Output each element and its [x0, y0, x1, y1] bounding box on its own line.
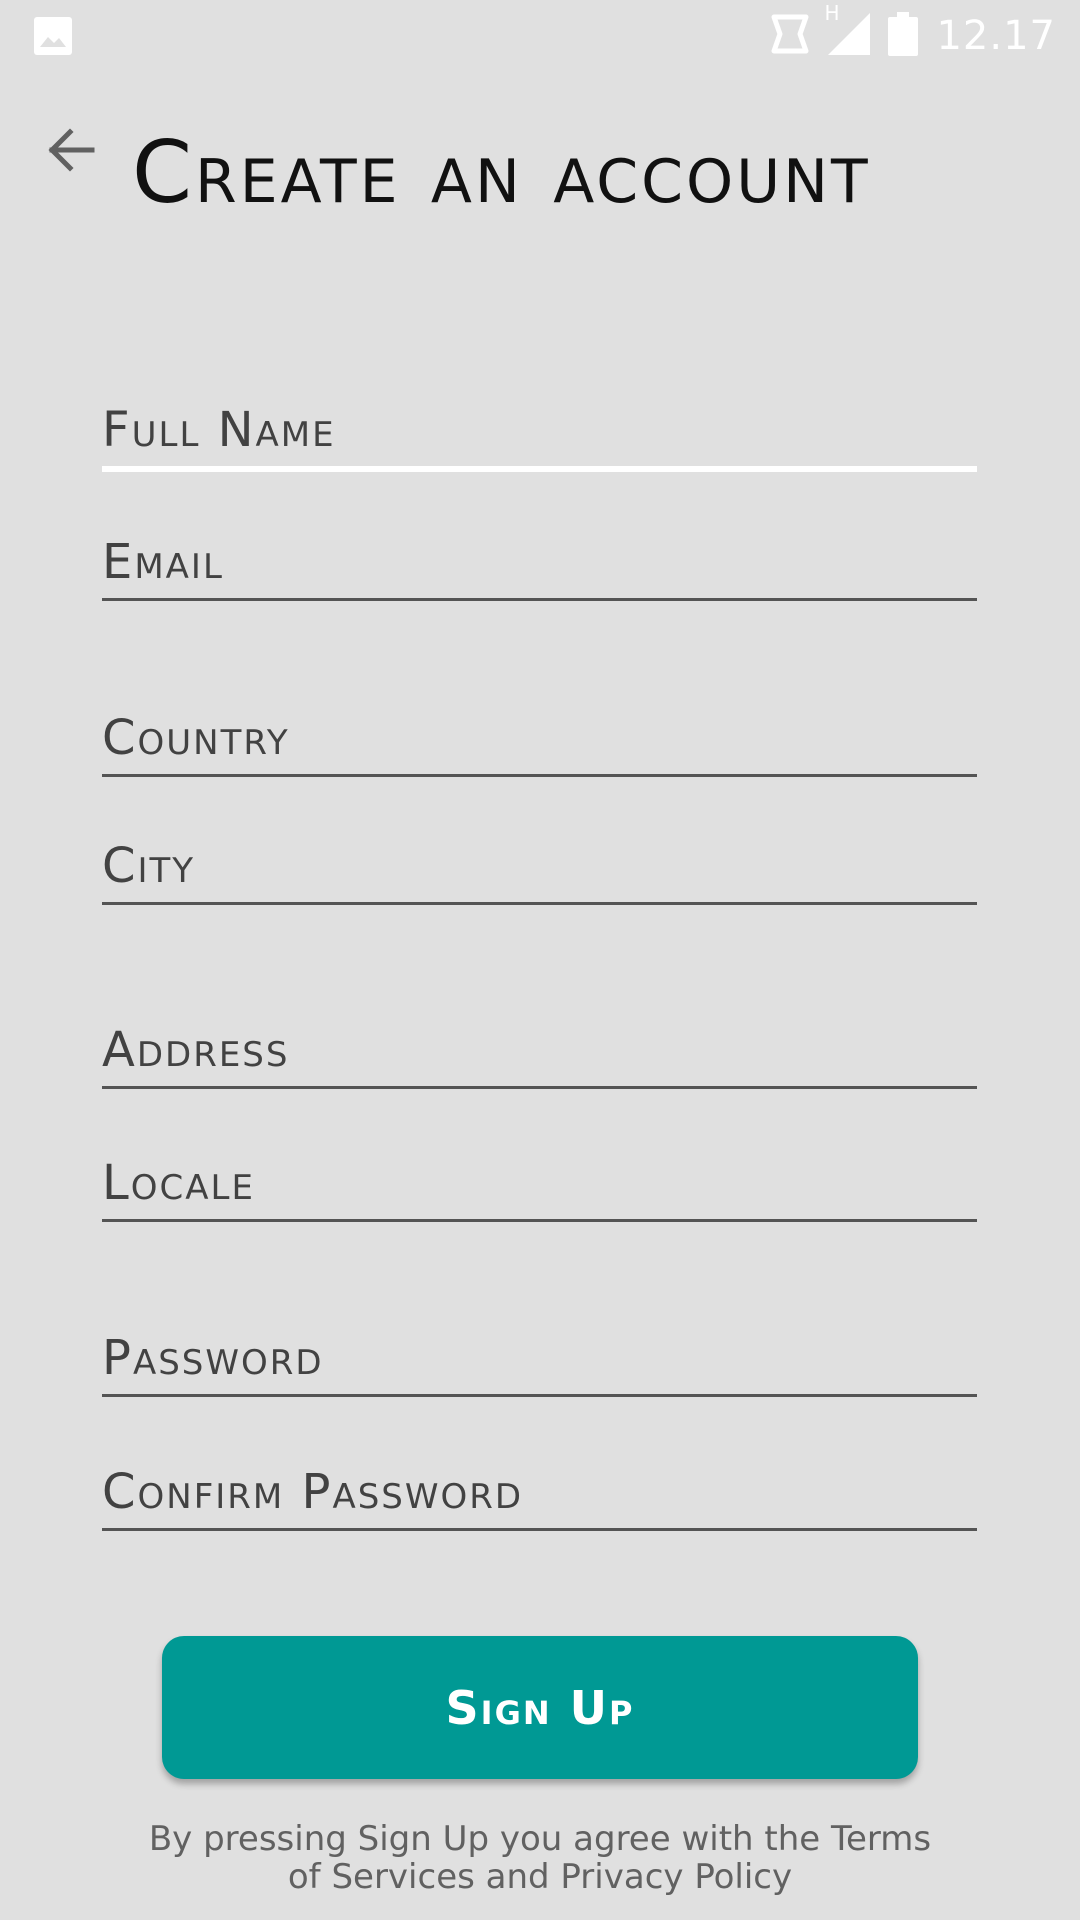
page-title: Create an account	[132, 123, 871, 223]
password-field	[102, 1317, 977, 1397]
password-input[interactable]	[102, 1328, 977, 1388]
status-bar: H 12.17	[0, 0, 1080, 72]
country-input[interactable]	[102, 708, 977, 768]
app-bar: Create an account	[0, 72, 1080, 252]
battery-icon	[888, 11, 919, 61]
email-field	[102, 521, 977, 601]
city-field	[102, 825, 977, 905]
email-input[interactable]	[102, 532, 977, 592]
back-button[interactable]	[30, 112, 110, 192]
sync-icon	[770, 13, 810, 60]
sign-up-button[interactable]: Sign Up	[162, 1636, 918, 1779]
network-type-label: H	[824, 0, 840, 25]
locale-input[interactable]	[102, 1153, 977, 1213]
full-name-input[interactable]	[102, 400, 977, 460]
signal-icon: H	[824, 1, 871, 60]
address-input[interactable]	[102, 1020, 977, 1080]
confirm-password-input[interactable]	[102, 1462, 977, 1522]
status-icons: H 12.17	[770, 0, 1056, 72]
country-field	[102, 697, 977, 777]
address-field	[102, 1009, 977, 1089]
image-icon	[34, 17, 72, 55]
terms-text: By pressing Sign Up you agree with the T…	[148, 1819, 932, 1897]
locale-field	[102, 1142, 977, 1222]
status-time: 12.17	[936, 13, 1056, 59]
arrow-left-icon	[44, 124, 96, 181]
city-input[interactable]	[102, 836, 977, 896]
confirm-password-field	[102, 1451, 977, 1531]
full-name-field	[102, 392, 977, 472]
